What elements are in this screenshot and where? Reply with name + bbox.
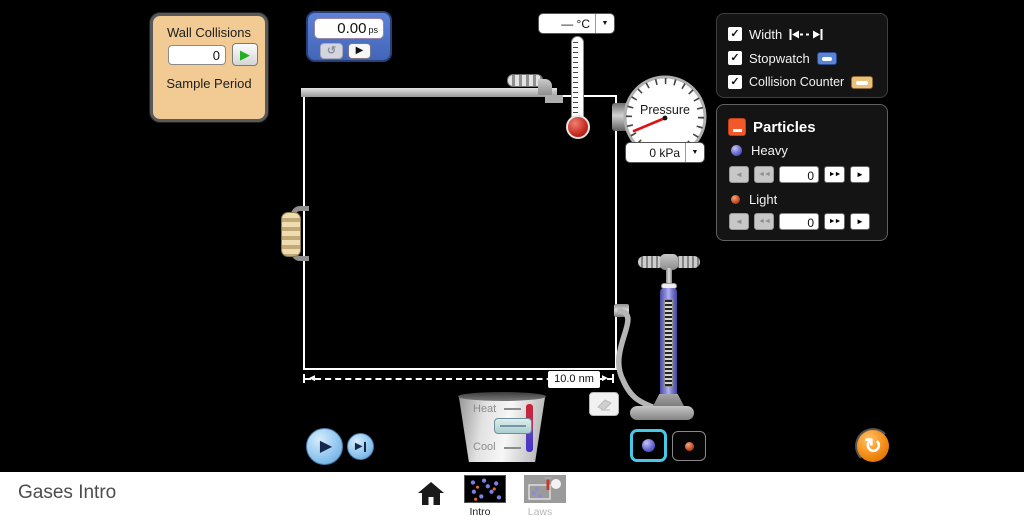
thermometer-bulb [566, 115, 590, 139]
heater-slider-handle[interactable] [494, 418, 532, 434]
double-left-arrow-icon: ◄◄ [755, 167, 773, 182]
light-step-up-button[interactable]: ► [850, 213, 870, 230]
stopwatch-unit: ps [368, 25, 378, 35]
cool-label: Cool [473, 441, 496, 453]
stopwatch-play-button[interactable]: ▶ [348, 43, 371, 59]
navigation-bar: Gases Intro Intro [0, 472, 1024, 516]
sample-period-label: Sample Period [153, 76, 265, 91]
gauge-label: Pressure [640, 103, 690, 117]
light-particle-toggle[interactable] [672, 431, 706, 461]
heavy-page-down-button[interactable]: ◄◄ [754, 166, 774, 183]
light-step-down-button[interactable]: ◄ [729, 213, 749, 230]
left-arrow-icon: ◄ [730, 167, 748, 182]
collision-counter-play-button[interactable]: ▶ [232, 43, 258, 66]
play-pause-button[interactable]: ▶ [306, 428, 343, 465]
double-left-arrow-icon: ◄◄ [755, 214, 773, 229]
collision-counter-title: Wall Collisions [153, 25, 265, 40]
stopwatch-display: 0.00ps [314, 18, 384, 39]
reset-all-button[interactable]: ↻ [855, 428, 891, 464]
double-right-arrow-icon: ►► [825, 167, 844, 182]
laws-thumbnail [524, 475, 566, 503]
heat-label: Heat [473, 403, 496, 415]
temperature-value: — °C [539, 14, 595, 33]
chevron-down-icon: ▼ [596, 14, 614, 33]
screen-button-intro[interactable]: Intro [459, 475, 510, 516]
collision-count-display: 0 [168, 45, 226, 65]
heavy-count-field[interactable]: 0 [779, 166, 819, 183]
heavy-step-up-button[interactable]: ► [850, 166, 870, 183]
collision-counter-checkbox[interactable]: ✓ [728, 75, 742, 89]
collapse-panel-button[interactable] [728, 118, 746, 136]
heavy-step-down-button[interactable]: ◄ [729, 166, 749, 183]
double-right-arrow-icon: ►► [825, 214, 844, 229]
minus-icon [733, 129, 742, 132]
width-checkbox-label: Width [749, 27, 782, 42]
ruler-left-bar [303, 374, 305, 383]
ruler-left-arrow-icon: ◄ [307, 373, 317, 384]
temperature-dropdown[interactable]: — °C ▼ [538, 13, 615, 34]
stopwatch-mini-icon [817, 52, 837, 65]
width-checkbox[interactable]: ✓ [728, 27, 742, 41]
container-lid[interactable] [301, 88, 557, 97]
sim-title: Gases Intro [18, 482, 116, 504]
light-particle-icon [685, 442, 694, 451]
intro-screen-label: Intro [450, 506, 510, 516]
resize-handle-grip[interactable] [281, 212, 301, 257]
width-readout: 10.0 nm [548, 371, 600, 388]
collision-counter-checkbox-label: Collision Counter [749, 75, 844, 89]
tools-panel: ✓ Width ✓ Stopwatch ✓ Collision Counter [716, 13, 888, 98]
reset-all-icon: ↻ [864, 435, 882, 458]
bucket-rim [458, 392, 546, 401]
step-forward-button[interactable]: ▶ [347, 433, 374, 460]
screen-button-laws[interactable]: Laws [519, 475, 570, 516]
heavy-label: Heavy [751, 143, 788, 158]
chevron-down-icon: ▼ [686, 143, 704, 162]
stopwatch-time: 0.00 [337, 20, 366, 37]
step-bar-icon [364, 442, 367, 452]
play-icon: ▶ [240, 47, 250, 62]
collision-counter-mini-icon [851, 76, 873, 89]
left-arrow-icon: ◄ [730, 214, 748, 229]
light-count-field[interactable]: 0 [779, 213, 819, 230]
heavy-particle-icon [731, 145, 742, 156]
stopwatch-reset-button[interactable]: ↺ [320, 43, 343, 59]
stopwatch-checkbox[interactable]: ✓ [728, 51, 742, 65]
light-particle-icon [731, 195, 740, 204]
home-icon [418, 482, 444, 505]
right-arrow-icon: ► [851, 214, 869, 229]
light-page-up-button[interactable]: ►► [824, 213, 845, 230]
heavy-particle-toggle-selected[interactable] [630, 429, 667, 462]
thermometer-ticks [573, 42, 578, 120]
lid-handle-elbow [538, 79, 552, 95]
light-page-down-button[interactable]: ◄◄ [754, 213, 774, 230]
heater-cooler-bucket: Heat Cool [456, 392, 548, 462]
particles-title: Particles [753, 119, 816, 136]
play-icon: ▶ [355, 441, 363, 452]
play-icon: ▶ [320, 438, 332, 455]
thermometer-tube [571, 36, 584, 125]
reset-icon: ↺ [327, 45, 336, 57]
intro-thumbnail [464, 475, 506, 503]
stopwatch-checkbox-label: Stopwatch [749, 51, 810, 66]
width-arrows-icon [789, 29, 823, 40]
collision-counter-panel[interactable]: Wall Collisions 0 ▶ Sample Period 10 ps … [150, 13, 268, 122]
laws-screen-label: Laws [510, 506, 570, 516]
heavy-particle-icon [642, 439, 655, 452]
play-icon: ▶ [356, 45, 364, 56]
pump-base [630, 406, 694, 420]
home-button[interactable] [417, 482, 445, 507]
particles-panel: Particles Heavy ◄ ◄◄ 0 ►► ► Light ◄ ◄◄ 0… [716, 104, 888, 241]
heavy-page-up-button[interactable]: ►► [824, 166, 845, 183]
pressure-value: 0 kPa [626, 143, 685, 162]
right-arrow-icon: ► [851, 167, 869, 182]
cool-tick [504, 447, 521, 449]
gauge-hub [663, 116, 668, 121]
pressure-units-dropdown[interactable]: 0 kPa ▼ [625, 142, 705, 163]
light-label: Light [749, 192, 777, 207]
pump-gauge-window [664, 299, 673, 387]
container-lid-edge [545, 95, 563, 103]
heat-tick [504, 408, 521, 410]
stopwatch[interactable]: 0.00ps ↺ ▶ [306, 11, 392, 62]
simulation-stage: Wall Collisions 0 ▶ Sample Period 10 ps … [0, 0, 1024, 516]
